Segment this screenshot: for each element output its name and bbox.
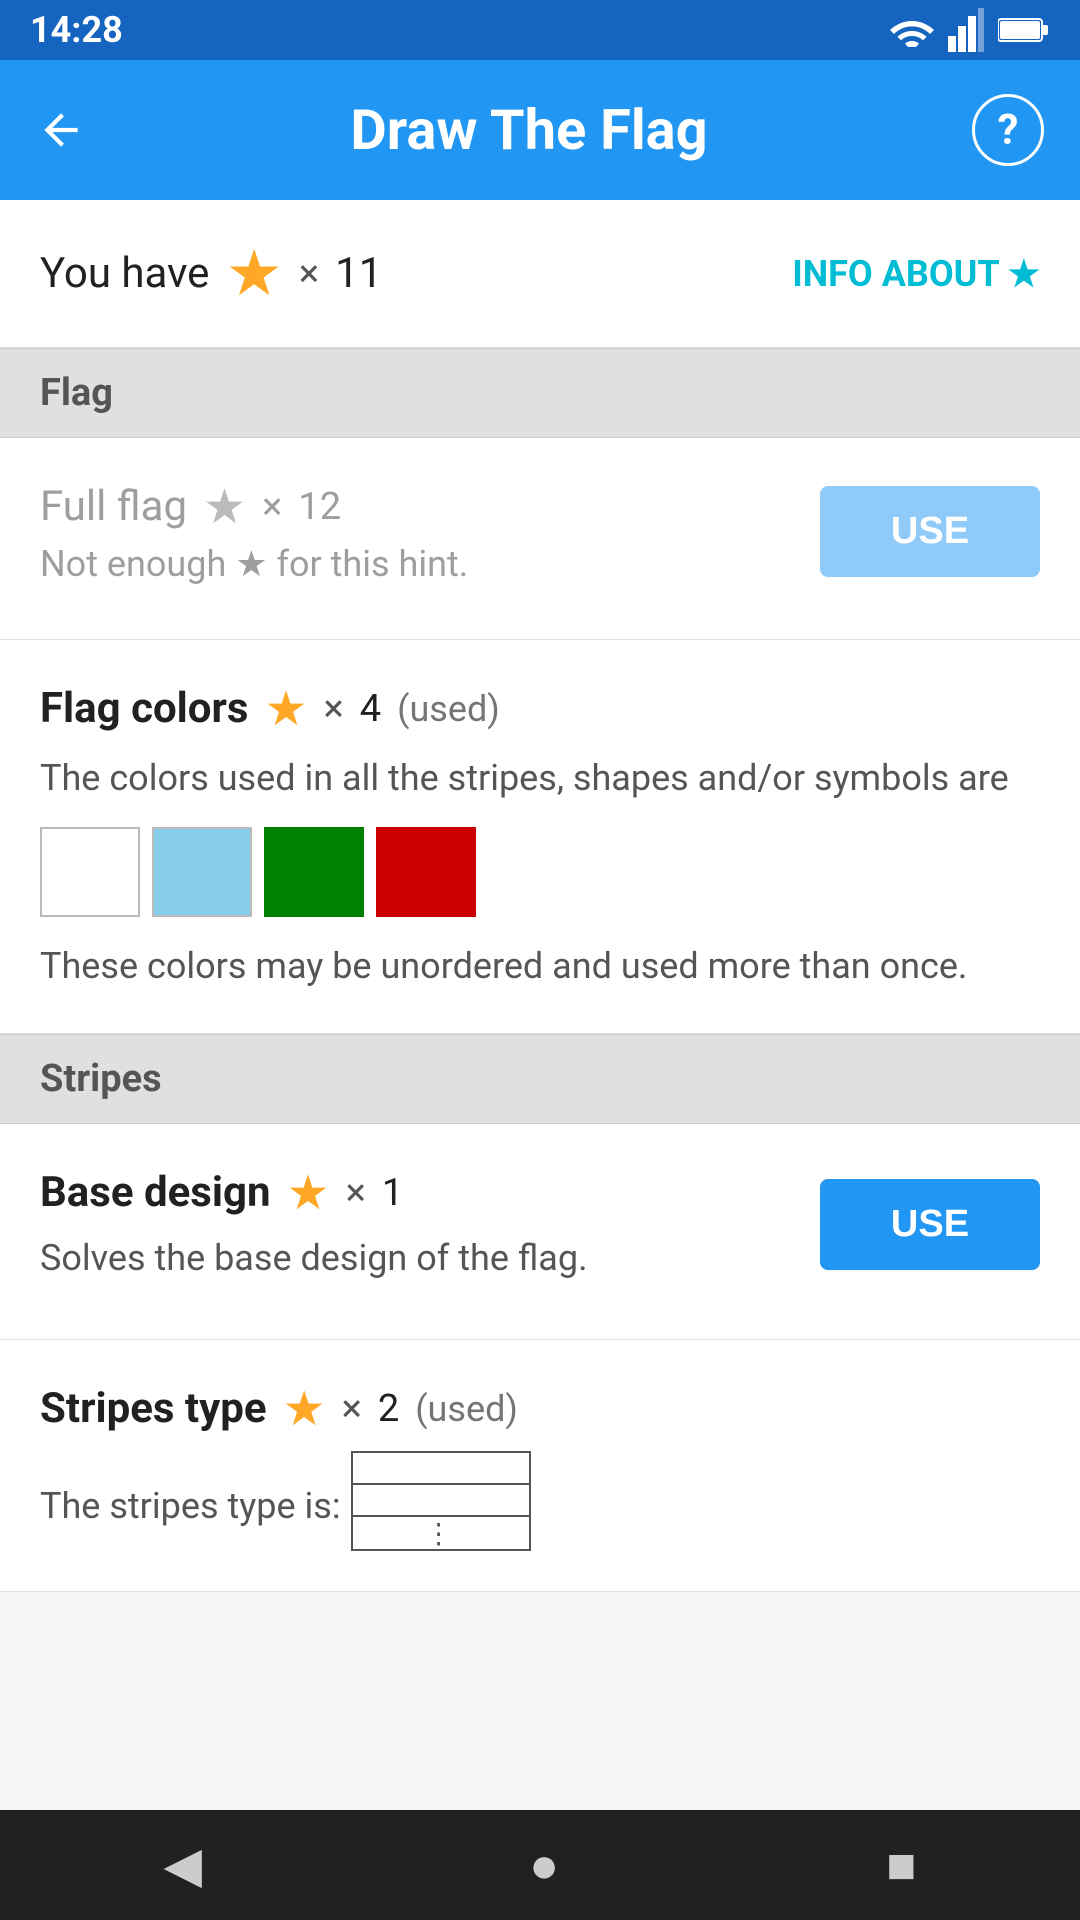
- wifi-icon: [890, 13, 934, 47]
- stripes-type-title: Stripes type: [40, 1384, 267, 1433]
- stripes-type-header: Stripes type ★ × 2 (used): [40, 1380, 1040, 1437]
- stripe-2: [353, 1485, 529, 1517]
- stripes-type-cost: 2: [378, 1387, 399, 1431]
- base-design-desc: Solves the base design of the flag.: [40, 1231, 588, 1285]
- stripes-type-desc-row: The stripes type is: ⋮: [40, 1451, 1040, 1551]
- back-icon: [36, 105, 86, 155]
- nav-recents-button[interactable]: ■: [886, 1836, 916, 1895]
- flag-colors-multiply: ×: [323, 687, 343, 731]
- base-design-use-button[interactable]: USE: [820, 1179, 1040, 1270]
- full-flag-header: Full flag ★ × 12 Not enough ★ for this h…: [40, 478, 1040, 585]
- stripes-type-multiply: ×: [342, 1387, 362, 1431]
- color-swatch-white: [40, 827, 140, 917]
- stripes-type-illustration: ⋮: [351, 1451, 531, 1551]
- nav-home-icon: ●: [529, 1836, 559, 1895]
- info-about-label: INFO ABOUT ★: [792, 253, 1040, 295]
- flag-color-swatches: [40, 827, 1040, 917]
- status-bar: 14:28: [0, 0, 1080, 60]
- full-flag-use-button[interactable]: USE: [820, 486, 1040, 577]
- stripe-dots: ⋮: [353, 1517, 529, 1550]
- flag-colors-desc1: The colors used in all the stripes, shap…: [40, 751, 1040, 805]
- base-design-left: Base design ★ × 1 Solves the base design…: [40, 1164, 588, 1285]
- nav-home-button[interactable]: ●: [529, 1836, 559, 1895]
- battery-icon: [998, 15, 1050, 45]
- flag-colors-hint: Flag colors ★ × 4 (used) The colors used…: [0, 640, 1080, 1034]
- full-flag-hint: Full flag ★ × 12 Not enough ★ for this h…: [0, 438, 1080, 640]
- stripes-type-star-icon: ★: [283, 1380, 326, 1437]
- stripe-1: [353, 1453, 529, 1485]
- flag-colors-desc2: These colors may be unordered and used m…: [40, 939, 1040, 993]
- signal-icon: [948, 8, 984, 52]
- stars-row: You have ★ × 11 INFO ABOUT ★: [0, 200, 1080, 348]
- app-bar: Draw The Flag ?: [0, 60, 1080, 200]
- flag-colors-cost: 4: [360, 687, 381, 731]
- nav-bar: ◀ ● ■: [0, 1810, 1080, 1920]
- star-count: 11: [335, 249, 382, 298]
- help-button[interactable]: ?: [972, 94, 1044, 166]
- flag-colors-title: Flag colors: [40, 684, 248, 733]
- full-flag-not-enough: Not enough ★ for this hint.: [40, 543, 468, 585]
- full-flag-left: Full flag ★ × 12 Not enough ★ for this h…: [40, 478, 468, 585]
- stripes-type-desc: The stripes type is:: [40, 1479, 341, 1533]
- flag-colors-used-badge: (used): [397, 688, 500, 730]
- nav-spacer: [0, 1592, 1080, 1722]
- color-swatch-red: [376, 827, 476, 917]
- base-design-cost: 1: [382, 1171, 403, 1215]
- stripes-section-header: Stripes: [0, 1034, 1080, 1124]
- base-design-star-icon: ★: [287, 1164, 330, 1221]
- nav-back-button[interactable]: ◀: [164, 1836, 202, 1895]
- full-flag-cost: 12: [298, 485, 341, 529]
- stripes-type-hint: Stripes type ★ × 2 (used) The stripes ty…: [0, 1340, 1080, 1592]
- nav-recents-icon: ■: [886, 1836, 916, 1895]
- star-icon-large: ★: [225, 236, 282, 311]
- status-icons: [890, 8, 1050, 52]
- info-about-button[interactable]: INFO ABOUT ★: [792, 253, 1040, 295]
- nav-back-icon: ◀: [164, 1836, 202, 1895]
- you-have-label: You have: [40, 249, 209, 298]
- flag-section-header: Flag: [0, 348, 1080, 438]
- flag-colors-star-icon: ★: [264, 680, 307, 737]
- base-design-title: Base design: [40, 1168, 271, 1217]
- base-design-header: Base design ★ × 1 Solves the base design…: [40, 1164, 1040, 1285]
- stripes-type-used-badge: (used): [415, 1388, 518, 1430]
- page-title: Draw The Flag: [350, 97, 707, 163]
- help-icon: ?: [998, 106, 1019, 155]
- base-design-multiply: ×: [346, 1171, 366, 1215]
- stars-info: You have ★ × 11: [40, 236, 382, 311]
- base-design-hint: Base design ★ × 1 Solves the base design…: [0, 1124, 1080, 1340]
- flag-colors-header: Flag colors ★ × 4 (used): [40, 680, 1040, 737]
- full-flag-title: Full flag: [40, 482, 187, 531]
- status-time: 14:28: [30, 9, 123, 51]
- color-swatch-green: [264, 827, 364, 917]
- full-flag-star-icon: ★: [203, 478, 246, 535]
- back-button[interactable]: [36, 105, 86, 155]
- full-flag-multiply: ×: [262, 485, 282, 529]
- multiply-symbol: ×: [299, 252, 319, 296]
- color-swatch-blue: [152, 827, 252, 917]
